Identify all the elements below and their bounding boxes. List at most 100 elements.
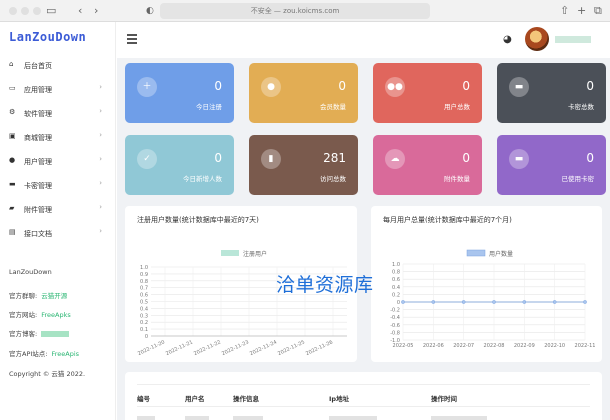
sidebar: LanZouDown ⌂ 后台首页 ▭ 应用管理 › ⚙ 软件管理 › ▣ 商城管理 › ● 用户管理 ›…	[0, 22, 116, 420]
footer-blog-label: 官方博客:	[9, 330, 38, 338]
footer-blog: 官方博客:	[9, 328, 70, 338]
table-header: 用户名	[185, 395, 205, 403]
chevron-right-icon: ›	[99, 179, 102, 187]
footer-api-link[interactable]: FreeApis	[51, 350, 79, 358]
y-tick-label: -0.8	[390, 330, 400, 336]
user-icon: ●	[9, 156, 16, 164]
zoom-window-button[interactable]	[33, 7, 41, 15]
plus-icon[interactable]: +	[577, 3, 586, 19]
stat-card: ▬ 0 卡密总数	[497, 63, 606, 123]
back-icon[interactable]: ‹	[78, 3, 82, 19]
laptop-icon: ▭	[9, 84, 16, 92]
x-tick-label: 2022-08	[484, 343, 505, 349]
sidebar-item-1[interactable]: ▭ 应用管理 ›	[0, 77, 116, 101]
sidebar-toggle-icon[interactable]: ▭	[46, 3, 56, 19]
y-tick-label: 0.2	[392, 292, 400, 298]
y-tick-label: -0.6	[390, 323, 400, 329]
sidebar-item-label: 接口文档	[24, 230, 52, 238]
x-tick-label: 2022-11-23	[221, 339, 250, 357]
avatar[interactable]	[525, 27, 549, 51]
chevron-right-icon: ›	[99, 203, 102, 211]
stat-value: 0	[338, 79, 346, 93]
footer-group-link[interactable]: 云猫开源	[41, 292, 67, 300]
address-bar[interactable]: 不安全 — zou.koicms.com	[160, 3, 430, 19]
stat-value: 0	[214, 79, 222, 93]
sidebar-item-6[interactable]: ▰ 附件管理 ›	[0, 197, 116, 221]
sidebar-item-7[interactable]: ▤ 接口文档 ›	[0, 221, 116, 245]
sidebar-item-0[interactable]: ⌂ 后台首页	[0, 53, 116, 77]
y-tick-label: 0.6	[140, 293, 148, 299]
footer-site-link[interactable]: FreeApks	[41, 311, 71, 319]
stat-label: 附件数量	[444, 175, 470, 183]
stat-value: 0	[586, 79, 594, 93]
chevron-right-icon: ›	[99, 83, 102, 91]
data-point[interactable]	[492, 300, 496, 304]
y-tick-label: 0.4	[392, 285, 400, 291]
sidebar-item-4[interactable]: ● 用户管理 ›	[0, 149, 116, 173]
stat-value: 0	[462, 151, 470, 165]
stat-card: ▬ 0 已使用卡密	[497, 135, 606, 195]
y-tick-label: -0.4	[390, 315, 400, 321]
legend-swatch	[466, 249, 486, 257]
log-table-panel: 编号 用户名 操作信息 Ip地址 操作时间	[125, 372, 602, 420]
x-tick-label: 2022-11-21	[165, 339, 194, 357]
data-point[interactable]	[522, 300, 527, 304]
y-tick-label: 0.9	[140, 272, 148, 278]
y-tick-label: 0	[145, 334, 148, 340]
data-point[interactable]	[583, 300, 587, 304]
footer-name: LanZouDown	[9, 268, 52, 276]
table-cell-redacted	[185, 416, 209, 420]
chevron-right-icon: ›	[99, 155, 102, 163]
stat-label: 用户总数	[444, 103, 470, 111]
stat-value: 0	[214, 151, 222, 165]
footer-api: 官方API站点: FreeApis	[9, 348, 79, 358]
hamburger-icon[interactable]	[127, 34, 137, 46]
legend-swatch	[221, 250, 239, 256]
x-tick-label: 2022-11-26	[305, 339, 334, 357]
chart-legend: 用户数量	[466, 249, 513, 258]
data-point[interactable]	[431, 300, 436, 304]
chevron-right-icon: ›	[99, 227, 102, 235]
y-tick-label: 0.1	[140, 327, 148, 333]
x-tick-label: 2022-11	[575, 343, 596, 349]
users-icon: ●●	[385, 77, 405, 97]
chevron-right-icon: ›	[99, 131, 102, 139]
app-logo[interactable]: LanZouDown	[9, 30, 86, 44]
x-tick-label: 2022-07	[453, 343, 474, 349]
stat-value: 281	[323, 151, 346, 165]
palette-icon[interactable]: ◕	[503, 34, 512, 45]
share-icon[interactable]: ⇧	[560, 3, 569, 19]
store-icon: ▣	[9, 132, 16, 140]
footer-group: 官方群聊: 云猫开源	[9, 290, 67, 300]
footer-blog-link[interactable]	[41, 331, 70, 337]
data-point[interactable]	[461, 300, 466, 304]
browser-toolbar: ▭ ‹ › ◐ 不安全 — zou.koicms.com ⇧ + ⧉	[0, 0, 610, 22]
stat-card: ＋ 0 今日注册	[125, 63, 234, 123]
user-name[interactable]	[555, 36, 591, 43]
forward-icon[interactable]: ›	[94, 3, 98, 19]
sidebar-item-5[interactable]: ▬ 卡密管理 ›	[0, 173, 116, 197]
sidebar-item-label: 卡密管理	[24, 182, 52, 190]
sidebar-item-3[interactable]: ▣ 商城管理 ›	[0, 125, 116, 149]
y-tick-label: 0	[397, 300, 400, 306]
data-point[interactable]	[401, 300, 405, 304]
divider	[137, 384, 590, 385]
home-icon: ⌂	[9, 60, 14, 68]
minimize-window-button[interactable]	[21, 7, 29, 15]
y-tick-label: 0.5	[140, 300, 148, 306]
divider	[137, 406, 590, 407]
legend-label: 注册用户	[243, 250, 267, 258]
sidebar-item-label: 应用管理	[24, 86, 52, 94]
sidebar-item-label: 用户管理	[24, 158, 52, 166]
sidebar-item-2[interactable]: ⚙ 软件管理 ›	[0, 101, 116, 125]
gear-icon: ⚙	[9, 108, 16, 116]
data-point[interactable]	[552, 300, 557, 304]
tabs-icon[interactable]: ⧉	[594, 3, 602, 19]
card-icon: ▬	[509, 149, 529, 169]
stat-label: 已使用卡密	[561, 175, 595, 183]
y-tick-label: 0.2	[140, 320, 148, 326]
stat-value: 0	[462, 79, 470, 93]
legend-label: 用户数量	[489, 250, 513, 258]
close-window-button[interactable]	[9, 7, 17, 15]
table-cell-redacted	[137, 416, 155, 420]
